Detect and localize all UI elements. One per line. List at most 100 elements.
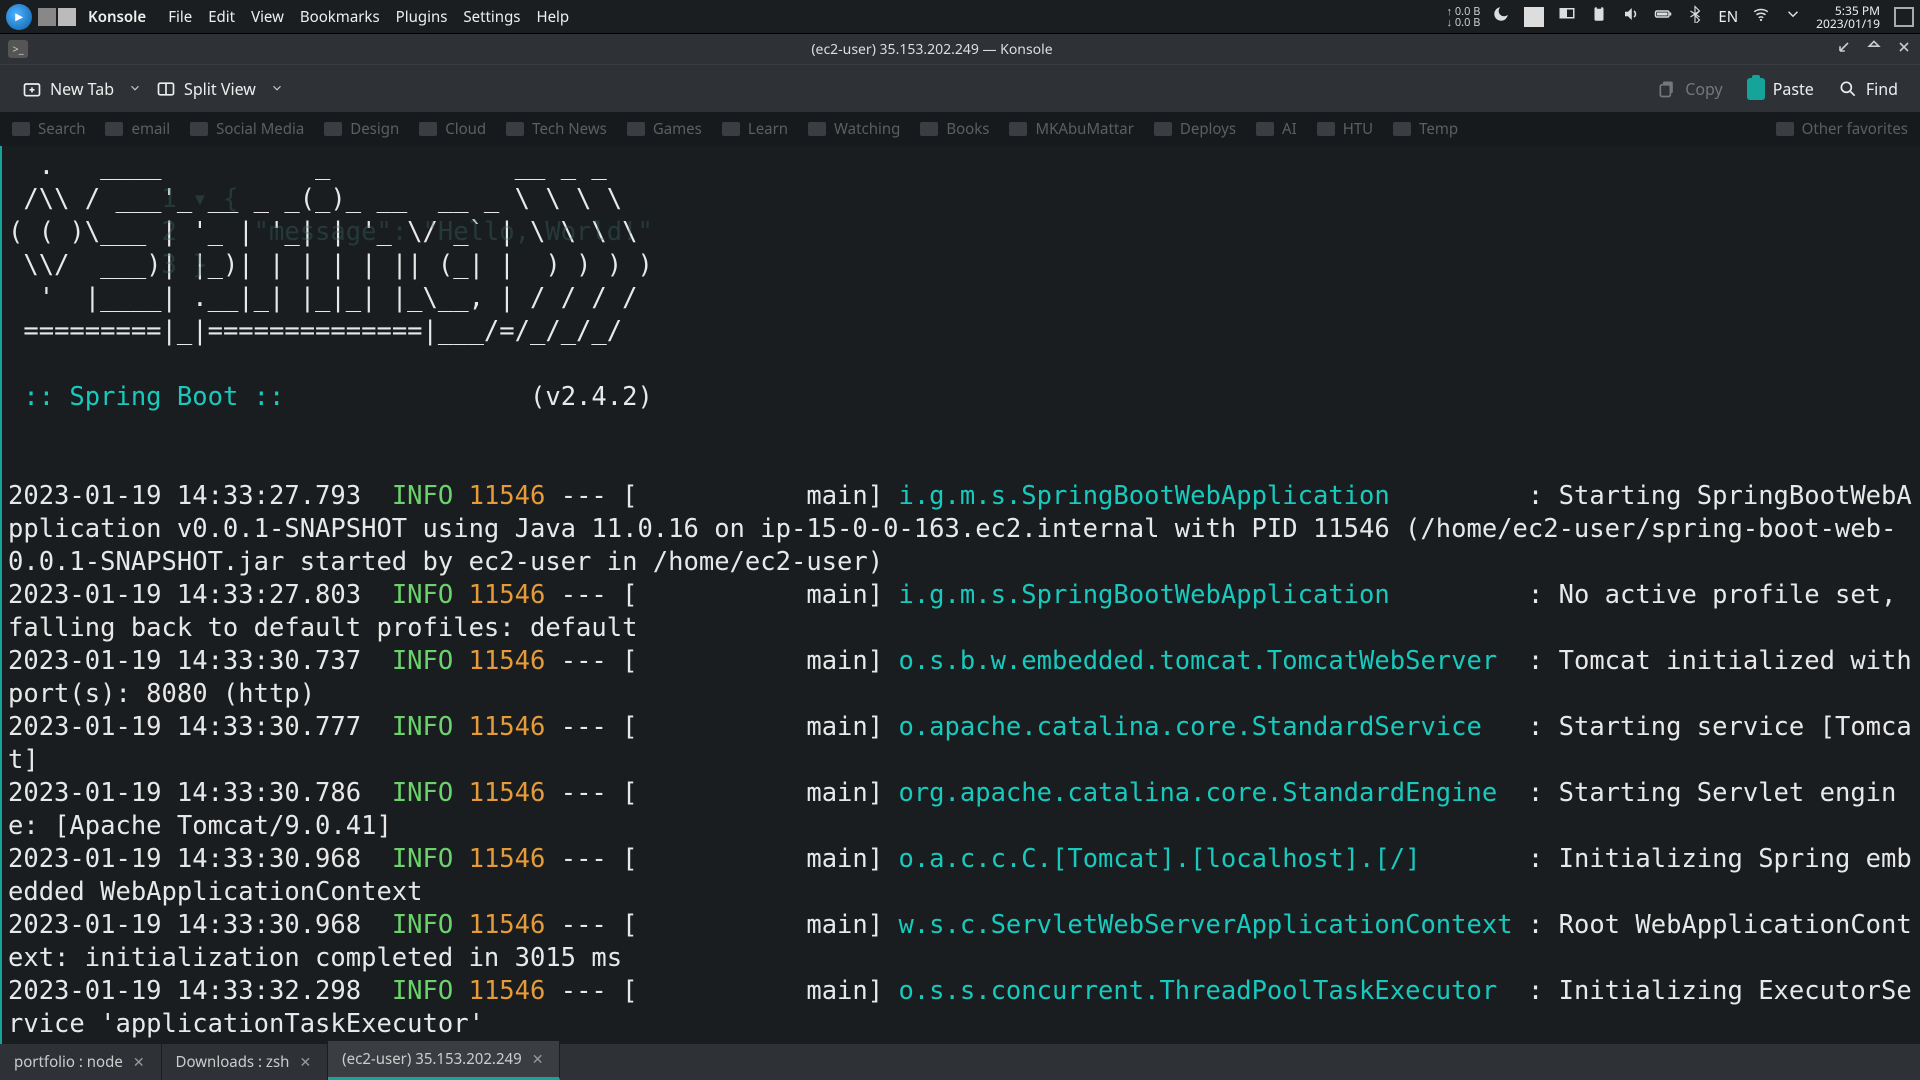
bookmark-temp[interactable]: Temp [1393, 119, 1458, 139]
bookmark-mkabumattar[interactable]: MKAbuMattar [1009, 119, 1133, 139]
bookmark-search[interactable]: Search [12, 119, 85, 139]
bookmark-label: Watching [834, 119, 900, 139]
volume-icon[interactable] [1622, 5, 1640, 28]
menu-file[interactable]: File [160, 7, 200, 27]
close-icon[interactable]: ✕ [532, 1050, 544, 1069]
copy-label: Copy [1685, 78, 1722, 100]
close-icon[interactable]: ✕ [299, 1053, 311, 1072]
menu-edit[interactable]: Edit [200, 7, 243, 27]
menu-bookmarks[interactable]: Bookmarks [292, 7, 388, 27]
log-line: 2023-01-19 14:33:30.968 INFO 11546 --- [… [8, 909, 1914, 975]
bookmark-cloud[interactable]: Cloud [419, 119, 486, 139]
chevron-down-icon[interactable] [1784, 5, 1802, 28]
split-view-label: Split View [184, 78, 256, 100]
bookmarks-bar: Search email Social Media Design Cloud Tech N… [0, 112, 1920, 146]
terminal-tab-label: portfolio : node [14, 1052, 123, 1072]
bookmark-email[interactable]: email [105, 119, 170, 139]
folder-icon [1317, 122, 1335, 136]
app-launcher-icon[interactable]: ▸ [6, 4, 32, 30]
bookmark-deploys[interactable]: Deploys [1154, 119, 1236, 139]
bookmark-other-favorites[interactable]: Other favorites [1776, 119, 1908, 139]
log-line: 2023-01-19 14:33:27.793 INFO 11546 --- [… [8, 480, 1914, 579]
network-stats: ↑ 0.0 B ↓ 0.0 B [1447, 6, 1481, 28]
folder-icon [105, 122, 123, 136]
moon-icon[interactable] [1492, 5, 1510, 28]
folder-icon [722, 122, 740, 136]
wifi-icon[interactable] [1752, 5, 1770, 28]
bluetooth-icon[interactable] [1686, 5, 1704, 28]
bookmark-label: email [131, 119, 170, 139]
bookmark-label: Design [350, 119, 399, 139]
bookmark-learn[interactable]: Learn [722, 119, 788, 139]
bookmark-label: Temp [1419, 119, 1458, 139]
folder-icon [920, 122, 938, 136]
folder-icon [12, 122, 30, 136]
window-title-bar: >_ (ec2-user) 35.153.202.249 — Konsole [0, 34, 1920, 64]
window-title: (ec2-user) 35.153.202.249 — Konsole [28, 40, 1836, 59]
clock[interactable]: 5:35 PM 2023/01/19 [1816, 4, 1880, 30]
log-line: 2023-01-19 14:33:30.777 INFO 11546 --- [… [8, 711, 1914, 777]
close-button[interactable] [1896, 39, 1912, 60]
terminal-tab-label: Downloads : zsh [176, 1052, 290, 1072]
folder-icon [419, 122, 437, 136]
paste-icon [1747, 78, 1765, 100]
find-label: Find [1866, 78, 1898, 100]
folder-icon [1256, 122, 1274, 136]
keyboard-layout[interactable]: EN [1718, 7, 1738, 27]
log-line: 2023-01-19 14:33:27.803 INFO 11546 --- [… [8, 579, 1914, 645]
bookmark-label: HTU [1343, 119, 1373, 139]
terminal-tab-bar: portfolio : node✕Downloads : zsh✕(ec2-us… [0, 1044, 1920, 1080]
bookmark-label: Search [38, 119, 85, 139]
find-button[interactable]: Find [1828, 72, 1908, 106]
menu-settings[interactable]: Settings [455, 7, 528, 27]
spring-ascii-banner: . ____ _ __ _ _ /\\ / ___'_ __ _ _(_)_ _… [8, 150, 1914, 348]
close-icon[interactable]: ✕ [133, 1053, 145, 1072]
bookmark-social-media[interactable]: Social Media [190, 119, 304, 139]
bookmark-htu[interactable]: HTU [1317, 119, 1373, 139]
show-desktop-icon[interactable] [1894, 7, 1914, 27]
minimize-button[interactable] [1836, 39, 1852, 60]
bookmark-ai[interactable]: AI [1256, 119, 1297, 139]
bookmark-label: Deploys [1180, 119, 1236, 139]
menu-help[interactable]: Help [528, 7, 577, 27]
terminal-tab-label: (ec2-user) 35.153.202.249 [342, 1049, 522, 1069]
paste-button[interactable]: Paste [1737, 72, 1824, 106]
log-line: 2023-01-19 14:33:32.298 INFO 11546 --- [… [8, 975, 1914, 1041]
bookmark-label: Games [653, 119, 702, 139]
folder-icon [627, 122, 645, 136]
folder-icon [1154, 122, 1172, 136]
new-tab-button[interactable]: New Tab [12, 72, 124, 106]
bookmark-label: Social Media [216, 119, 304, 139]
terminal-tab[interactable]: (ec2-user) 35.153.202.249 ✕ [328, 1041, 560, 1080]
clipboard-icon[interactable] [1590, 5, 1608, 28]
bookmark-watching[interactable]: Watching [808, 119, 900, 139]
battery-icon[interactable] [1654, 5, 1672, 28]
split-view-chevron-icon[interactable] [270, 78, 284, 100]
split-view-button[interactable]: Split View [146, 72, 266, 106]
tray-rect-icon[interactable] [1524, 7, 1544, 27]
menu-plugins[interactable]: Plugins [388, 7, 456, 27]
app-name: Konsole [88, 7, 146, 27]
terminal-tab[interactable]: Downloads : zsh ✕ [162, 1044, 329, 1080]
folder-icon [1776, 122, 1794, 136]
terminal-tab[interactable]: portfolio : node ✕ [0, 1044, 162, 1080]
desktop-switch-icon[interactable] [1558, 5, 1576, 28]
terminal-output[interactable]: . ____ _ __ _ _ /\\ / ___'_ __ _ _(_)_ _… [0, 146, 1920, 1044]
menu-view[interactable]: View [243, 7, 292, 27]
folder-icon [506, 122, 524, 136]
terminal-icon: >_ [8, 40, 28, 58]
bookmark-design[interactable]: Design [324, 119, 399, 139]
bookmark-label: MKAbuMattar [1035, 119, 1133, 139]
bookmark-tech-news[interactable]: Tech News [506, 119, 607, 139]
bookmark-label: Other favorites [1802, 119, 1908, 139]
bookmark-books[interactable]: Books [920, 119, 989, 139]
folder-icon [1393, 122, 1411, 136]
paste-label: Paste [1773, 78, 1814, 100]
maximize-button[interactable] [1866, 39, 1882, 60]
copy-button[interactable]: Copy [1647, 72, 1732, 106]
folder-icon [190, 122, 208, 136]
bookmark-games[interactable]: Games [627, 119, 702, 139]
window-switcher-icon[interactable] [38, 8, 76, 26]
folder-icon [1009, 122, 1027, 136]
new-tab-chevron-icon[interactable] [128, 78, 142, 100]
